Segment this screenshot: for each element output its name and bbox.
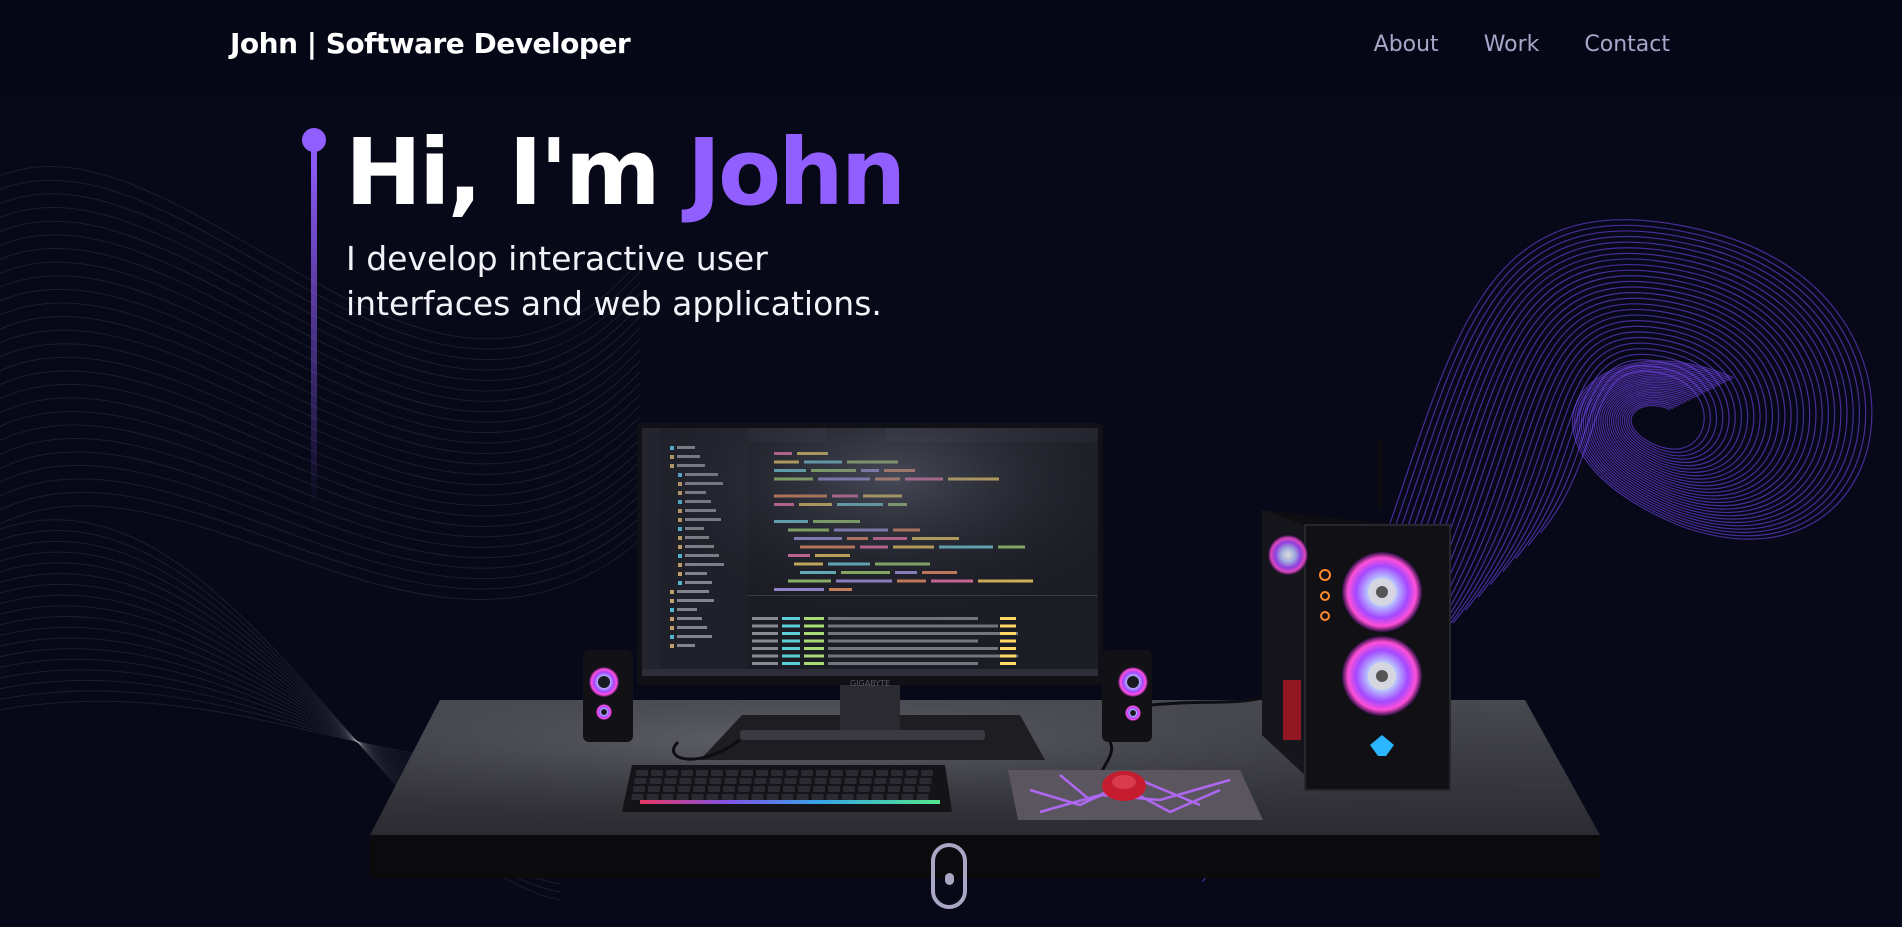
nav-link-contact[interactable]: Contact bbox=[1584, 32, 1670, 57]
keyboard bbox=[622, 765, 952, 812]
speaker-left bbox=[583, 650, 633, 742]
scroll-down-icon bbox=[945, 873, 954, 885]
monitor-brand-label: GIGABYTE bbox=[850, 679, 890, 688]
scroll-down-indicator[interactable] bbox=[931, 843, 967, 909]
speaker-right bbox=[1102, 650, 1152, 742]
brand-logo-link[interactable]: John | Software Developer bbox=[230, 27, 631, 60]
page: John | Software Developer About Work Con… bbox=[0, 0, 1902, 927]
computer-desk-3d-canvas[interactable]: GIGABYTE bbox=[0, 0, 1902, 927]
pc-tower bbox=[1262, 440, 1451, 791]
navbar: John | Software Developer About Work Con… bbox=[0, 0, 1902, 94]
nav-link-about[interactable]: About bbox=[1374, 32, 1439, 57]
nav-links: About Work Contact bbox=[1374, 32, 1670, 57]
mousepad bbox=[1008, 770, 1263, 820]
nav-link-work[interactable]: Work bbox=[1484, 32, 1540, 57]
